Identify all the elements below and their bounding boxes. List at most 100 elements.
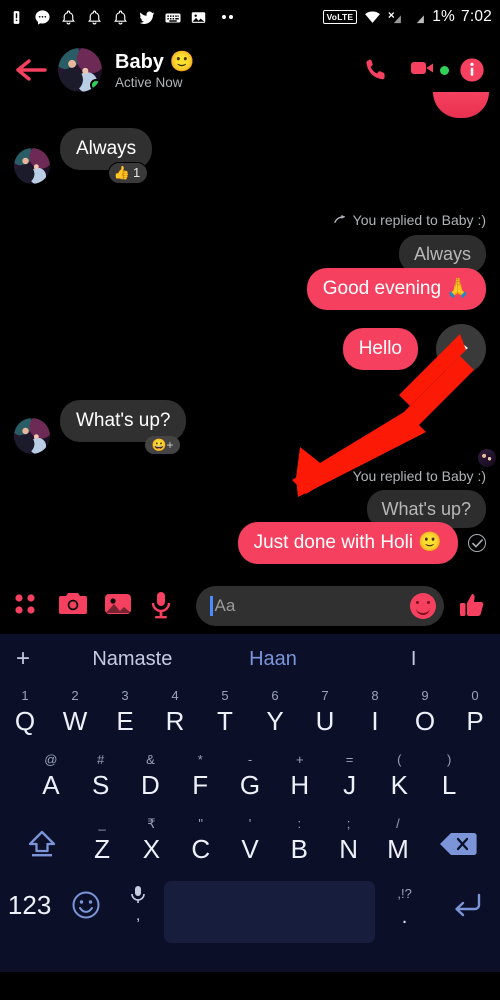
key-sup: 5 [221, 688, 229, 703]
status-bar-system-icons: VoLTE 1% 7:02 [322, 8, 492, 26]
shift-key-icon[interactable] [6, 810, 77, 874]
status-bar: VoLTE 1% 7:02 [0, 0, 500, 34]
key-sup: ( [397, 752, 402, 767]
thumbs-up-icon[interactable] [458, 591, 488, 621]
virtual-keyboard: + Namaste Haan I 1Q 2W 3E 4R 5T 6Y 7U 8I… [0, 634, 500, 972]
message-row-incoming: What's up? 😀+ [14, 400, 486, 454]
message-bubble[interactable]: Good evening 🙏 [306, 268, 486, 310]
key-b[interactable]: :B [275, 810, 324, 874]
bell-icon [60, 9, 77, 26]
delivered-check-icon [468, 534, 486, 553]
message-bubble[interactable]: Just done with Holi 🙂 [237, 522, 458, 564]
key-d[interactable]: & D [126, 746, 176, 810]
period-sup: ,!? [397, 885, 412, 901]
key-r[interactable]: 4R [150, 682, 200, 746]
key-n[interactable]: ; N [324, 810, 373, 874]
key-g[interactable]: -G [225, 746, 275, 810]
microphone-key-icon[interactable]: , [112, 874, 165, 936]
suggestion-item[interactable]: Namaste [62, 648, 203, 671]
key-label: A [42, 770, 60, 800]
seen-indicator-avatar [478, 449, 496, 467]
emoji-key-icon[interactable] [59, 874, 112, 936]
key-m[interactable]: / M [373, 810, 422, 874]
battery-alert-icon [8, 9, 25, 26]
key-j[interactable]: = J [325, 746, 375, 810]
key-o[interactable]: 9O [400, 682, 450, 746]
key-l[interactable]: ) L [424, 746, 474, 810]
mic-glyph: , [130, 885, 146, 925]
key-sup: 6 [271, 688, 279, 703]
camera-icon[interactable] [58, 591, 88, 621]
key-label: L [441, 770, 457, 800]
add-reaction-button[interactable]: 😀+ [144, 435, 181, 454]
key-sup: _ [98, 816, 106, 831]
avatar[interactable] [58, 48, 102, 92]
contact-info[interactable]: Baby 🙂 Active Now [115, 51, 194, 90]
key-sup: 9 [421, 688, 429, 703]
reaction-badge[interactable]: 👍 1 [107, 161, 149, 184]
video-call-icon[interactable] [410, 56, 449, 84]
message-input-placeholder: Aa [214, 596, 236, 615]
key-v[interactable]: ' V [225, 810, 274, 874]
reply-group: You replied to Baby :) Always Good eveni… [14, 212, 486, 310]
key-label: P [466, 706, 484, 736]
reply-button[interactable] [436, 324, 486, 374]
gallery-icon[interactable] [104, 591, 134, 621]
key-c[interactable]: " C [176, 810, 225, 874]
key-sup: 1 [21, 688, 29, 703]
add-suggestion-button[interactable]: + [16, 645, 62, 673]
keyboard-row-2: @ A # S & D * F -G + H = J (K ) L [0, 746, 500, 810]
key-label: U [315, 706, 335, 736]
suggestion-item[interactable]: Haan [203, 648, 344, 671]
key-label: O [414, 706, 436, 736]
key-f[interactable]: * F [175, 746, 225, 810]
text-cursor [210, 596, 213, 616]
message-row-outgoing: Good evening 🙏 [14, 268, 486, 310]
key-sup: # [97, 752, 105, 767]
keyboard-row-1: 1Q 2W 3E 4R 5T 6Y 7U 8I 9O 0P [0, 682, 500, 746]
video-active-dot [440, 66, 449, 75]
suggestion-item[interactable]: I [343, 648, 484, 671]
message-thread: Always 👍 1 You replied to Baby :) Always… [0, 106, 500, 578]
key-i[interactable]: 8I [350, 682, 400, 746]
period-key[interactable]: ,!? . [375, 874, 434, 936]
space-key[interactable] [164, 881, 375, 943]
key-label: V [241, 834, 259, 864]
numeric-key[interactable]: 123 [0, 874, 59, 936]
microphone-icon[interactable] [150, 591, 180, 621]
key-label: M [387, 834, 409, 864]
message-bubble[interactable]: Hello [342, 328, 418, 370]
key-u[interactable]: 7U [300, 682, 350, 746]
key-p[interactable]: 0P [450, 682, 500, 746]
key-x[interactable]: ₹ X [127, 810, 176, 874]
key-h[interactable]: + H [275, 746, 325, 810]
key-t[interactable]: 5T [200, 682, 250, 746]
key-label: Q [14, 706, 36, 736]
backspace-key-icon[interactable] [423, 810, 494, 874]
info-icon[interactable] [458, 56, 486, 84]
four-dots-grid-icon[interactable] [12, 591, 42, 621]
key-sup: = [345, 752, 354, 767]
reply-arrow-icon [333, 212, 347, 228]
key-q[interactable]: 1Q [0, 682, 50, 746]
key-sup: ; [346, 816, 351, 831]
key-z[interactable]: _ Z [77, 810, 126, 874]
messenger-chat-icon [34, 9, 51, 26]
back-arrow-icon[interactable] [14, 56, 48, 84]
keyboard-row-4: 123 , ,!? . [0, 874, 500, 943]
key-k[interactable]: (K [374, 746, 424, 810]
enter-key-icon[interactable] [434, 874, 500, 936]
message-input-wrapper[interactable]: Aa [196, 586, 444, 626]
key-e[interactable]: 3E [100, 682, 150, 746]
key-w[interactable]: 2W [50, 682, 100, 746]
bell-icon [112, 9, 129, 26]
key-sup: - [247, 752, 253, 767]
key-s[interactable]: # S [76, 746, 126, 810]
smiley-emoji-icon[interactable] [410, 593, 436, 619]
key-label: I [371, 706, 379, 736]
key-a[interactable]: @ A [26, 746, 76, 810]
phone-call-icon[interactable] [362, 56, 390, 84]
period-glyphs: ,!? . [397, 885, 412, 927]
reply-context-label: You replied to Baby :) [14, 212, 486, 228]
key-y[interactable]: 6Y [250, 682, 300, 746]
